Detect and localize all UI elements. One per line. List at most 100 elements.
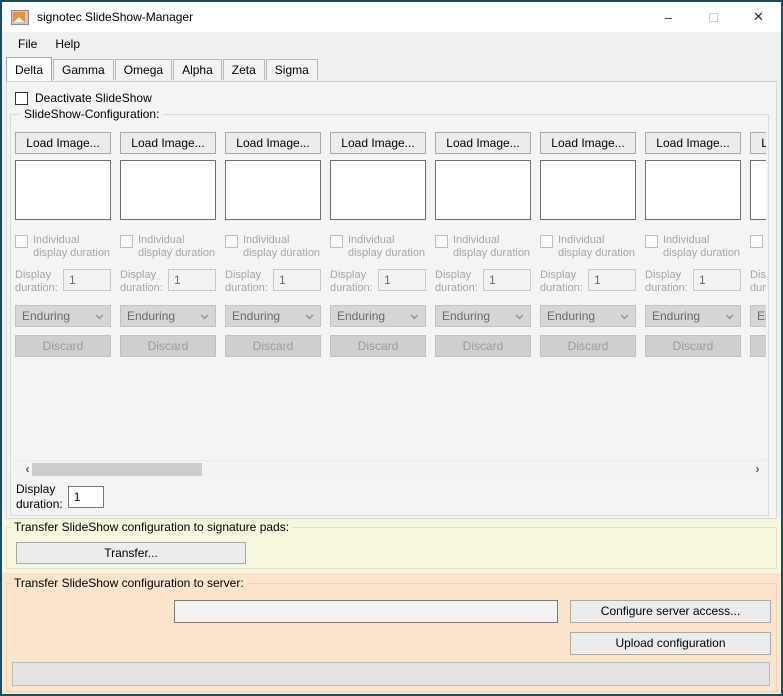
individual-duration-label: Individual display duration — [558, 234, 636, 259]
chevron-down-icon — [95, 311, 104, 320]
discard-button[interactable]: Discard — [15, 334, 111, 357]
duration-mode-select[interactable]: Enduring — [540, 304, 636, 327]
discard-button[interactable]: Discard — [225, 334, 321, 357]
load-image-button[interactable]: Load Image... — [750, 132, 766, 154]
tab-sigma[interactable]: Sigma — [265, 59, 318, 80]
slide-duration-input[interactable] — [693, 269, 741, 292]
duration-mode-value: Enduring — [757, 308, 766, 323]
duration-mode-value: Enduring — [337, 308, 386, 323]
close-button[interactable]: ✕ — [736, 2, 781, 32]
checkbox-icon[interactable] — [750, 235, 763, 248]
individual-duration-checkbox[interactable]: Individual display duration — [645, 234, 741, 259]
chevron-down-icon — [305, 311, 314, 320]
image-preview — [645, 160, 741, 220]
transfer-button[interactable]: Transfer... — [16, 542, 246, 564]
load-image-button[interactable]: Load Image... — [645, 132, 741, 154]
chevron-down-icon — [515, 311, 524, 320]
discard-button[interactable]: Discard — [435, 334, 531, 357]
minimize-button[interactable]: – — [646, 2, 691, 32]
server-section-title: Transfer SlideShow configuration to serv… — [11, 576, 247, 590]
server-url-field[interactable] — [174, 600, 558, 623]
slide-duration-input[interactable] — [273, 269, 321, 292]
discard-button[interactable]: Discard — [120, 334, 216, 357]
menu-help[interactable]: Help — [46, 34, 89, 54]
menu-file[interactable]: File — [9, 34, 46, 54]
configure-server-access-button[interactable]: Configure server access... — [570, 600, 771, 623]
slide-column: Load Image... Individual display duratio… — [15, 132, 111, 357]
individual-duration-checkbox[interactable]: Individual display duration — [330, 234, 426, 259]
scroll-right-icon[interactable]: › — [749, 461, 766, 478]
checkbox-icon[interactable] — [15, 235, 28, 248]
duration-mode-value: Enduring — [232, 308, 281, 323]
global-duration-input[interactable] — [67, 485, 104, 508]
individual-duration-checkbox[interactable]: Individual display duration — [15, 234, 111, 259]
tab-gamma[interactable]: Gamma — [53, 59, 114, 80]
server-transfer-section: Transfer SlideShow configuration to serv… — [2, 573, 781, 694]
global-display-duration: Display duration: — [16, 482, 104, 511]
load-image-button[interactable]: Load Image... — [540, 132, 636, 154]
duration-mode-select[interactable]: Enduring — [330, 304, 426, 327]
slide-column: Load Image... Individual display duratio… — [225, 132, 321, 357]
menubar: File Help — [2, 32, 781, 56]
deactivate-slideshow-checkbox[interactable]: Deactivate SlideShow — [15, 91, 152, 105]
tab-zeta[interactable]: Zeta — [222, 59, 265, 80]
scrollbar-thumb[interactable] — [32, 463, 202, 476]
discard-button[interactable]: Discard — [645, 334, 741, 357]
slide-duration-label: Display duration: — [750, 269, 766, 295]
tab-alpha[interactable]: Alpha — [173, 59, 222, 80]
slide-duration-input[interactable] — [483, 269, 531, 292]
individual-duration-checkbox[interactable]: Individual display duration — [435, 234, 531, 259]
checkbox-icon[interactable] — [15, 91, 28, 105]
individual-duration-checkbox[interactable]: Individual display duration — [750, 234, 766, 259]
checkbox-icon[interactable] — [540, 235, 553, 248]
individual-duration-checkbox[interactable]: Individual display duration — [225, 234, 321, 259]
duration-mode-select[interactable]: Enduring — [15, 304, 111, 327]
slide-column: Load Image... Individual display duratio… — [435, 132, 531, 357]
checkbox-icon[interactable] — [645, 235, 658, 248]
slide-column: Load Image... Individual display duratio… — [540, 132, 636, 357]
duration-mode-select[interactable]: Enduring — [750, 304, 766, 327]
slide-display-duration: Display duration: — [330, 269, 426, 295]
load-image-button[interactable]: Load Image... — [330, 132, 426, 154]
app-icon — [11, 9, 29, 25]
load-image-button[interactable]: Load Image... — [120, 132, 216, 154]
duration-mode-select[interactable]: Enduring — [225, 304, 321, 327]
duration-mode-select[interactable]: Enduring — [120, 304, 216, 327]
slide-display-duration: Display duration: — [750, 269, 766, 295]
individual-duration-checkbox[interactable]: Individual display duration — [120, 234, 216, 259]
tab-omega[interactable]: Omega — [114, 59, 173, 80]
image-preview — [330, 160, 426, 220]
checkbox-icon[interactable] — [435, 235, 448, 248]
duration-mode-value: Enduring — [442, 308, 491, 323]
load-image-button[interactable]: Load Image... — [435, 132, 531, 154]
checkbox-icon[interactable] — [330, 235, 343, 248]
image-preview — [540, 160, 636, 220]
load-image-button[interactable]: Load Image... — [15, 132, 111, 154]
checkbox-icon[interactable] — [225, 235, 238, 248]
slide-display-duration: Display duration: — [645, 269, 741, 295]
individual-duration-label: Individual display duration — [348, 234, 426, 259]
maximize-button[interactable] — [691, 2, 736, 32]
image-preview — [750, 160, 766, 220]
duration-mode-select[interactable]: Enduring — [645, 304, 741, 327]
load-image-button[interactable]: Load Image... — [225, 132, 321, 154]
pads-transfer-section: Transfer SlideShow configuration to sign… — [2, 519, 781, 573]
discard-button[interactable]: Discard — [750, 334, 766, 357]
app-window: signotec SlideShow-Manager – ✕ File Help… — [0, 0, 783, 696]
slide-duration-input[interactable] — [168, 269, 216, 292]
discard-button[interactable]: Discard — [330, 334, 426, 357]
pads-section-title: Transfer SlideShow configuration to sign… — [11, 520, 293, 534]
slides-horizontal-scrollbar[interactable]: ‹ › — [13, 460, 766, 477]
tab-delta[interactable]: Delta — [6, 57, 53, 81]
individual-duration-checkbox[interactable]: Individual display duration — [540, 234, 636, 259]
checkbox-icon[interactable] — [120, 235, 133, 248]
upload-configuration-button[interactable]: Upload configuration — [570, 632, 771, 655]
window-title: signotec SlideShow-Manager — [37, 10, 194, 24]
duration-mode-select[interactable]: Enduring — [435, 304, 531, 327]
slide-column: Load Image... Individual display duratio… — [120, 132, 216, 357]
slide-duration-label: Display duration: — [225, 269, 268, 295]
discard-button[interactable]: Discard — [540, 334, 636, 357]
slide-duration-input[interactable] — [378, 269, 426, 292]
slide-duration-input[interactable] — [63, 269, 111, 292]
slide-duration-input[interactable] — [588, 269, 636, 292]
